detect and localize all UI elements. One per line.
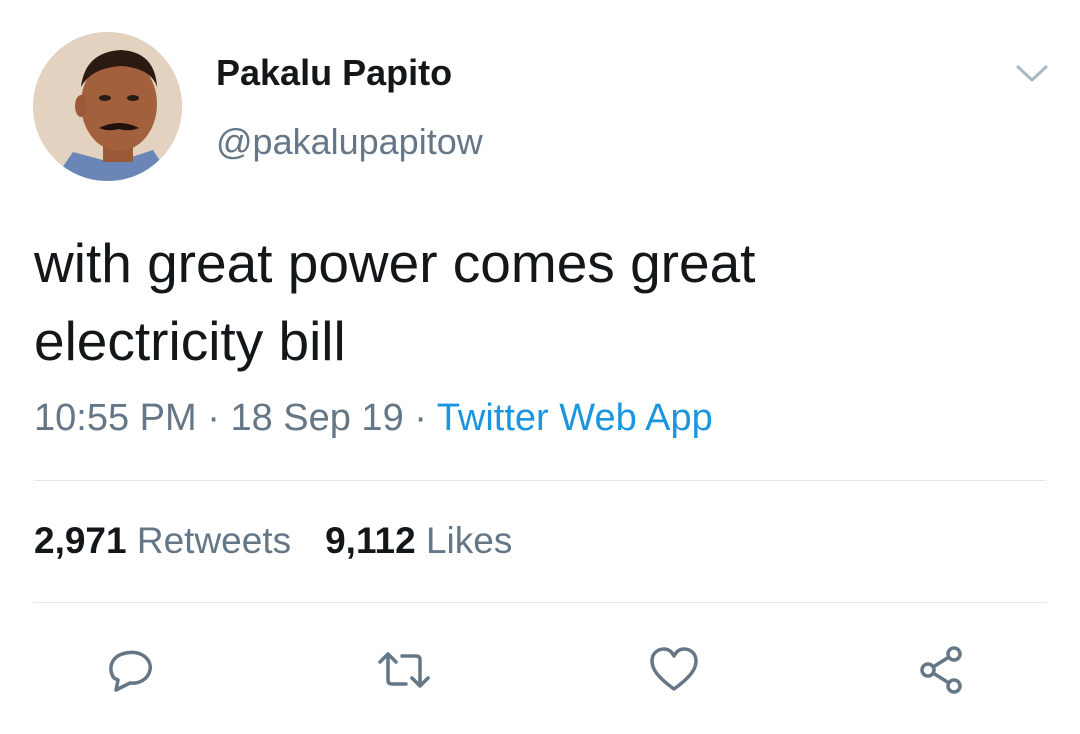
meta-separator: · — [196, 397, 231, 439]
meta-separator: · — [403, 397, 437, 439]
likes-count: 9,112 — [325, 520, 416, 561]
share-button[interactable] — [912, 640, 972, 700]
tweet-stats: 2,971 Retweets 9,112 Likes — [34, 520, 512, 562]
tweet-meta: 10:55 PM · 18 Sep 19 · Twitter Web App — [34, 397, 713, 440]
tweet-date: 18 Sep 19 — [230, 397, 404, 439]
reply-icon — [109, 650, 152, 692]
divider — [34, 480, 1046, 481]
tweet-time: 10:55 PM — [34, 397, 197, 439]
retweets-label: Retweets — [136, 520, 292, 561]
like-icon — [650, 647, 698, 691]
like-button[interactable] — [644, 640, 704, 700]
reply-button[interactable] — [100, 640, 160, 700]
retweet-icon — [378, 652, 430, 688]
divider — [34, 602, 1046, 603]
retweet-button[interactable] — [374, 640, 434, 700]
tweet-text: with great power comes great electricity… — [34, 232, 756, 372]
tweet-source-link[interactable]: Twitter Web App — [437, 397, 713, 439]
display-name[interactable]: Pakalu Papito — [216, 52, 452, 94]
tweet-card: Pakalu Papito @pakalupapitow with great … — [0, 0, 1080, 734]
likes-label: Likes — [425, 520, 513, 561]
avatar[interactable] — [33, 32, 182, 181]
likes-stat[interactable]: 9,112 Likes — [325, 520, 512, 561]
share-icon — [920, 646, 962, 694]
retweets-stat[interactable]: 2,971 Retweets — [34, 520, 291, 561]
avatar-image — [33, 32, 182, 181]
chevron-down-icon[interactable] — [1014, 58, 1050, 88]
retweets-count: 2,971 — [34, 520, 127, 561]
user-handle[interactable]: @pakalupapitow — [216, 121, 483, 163]
